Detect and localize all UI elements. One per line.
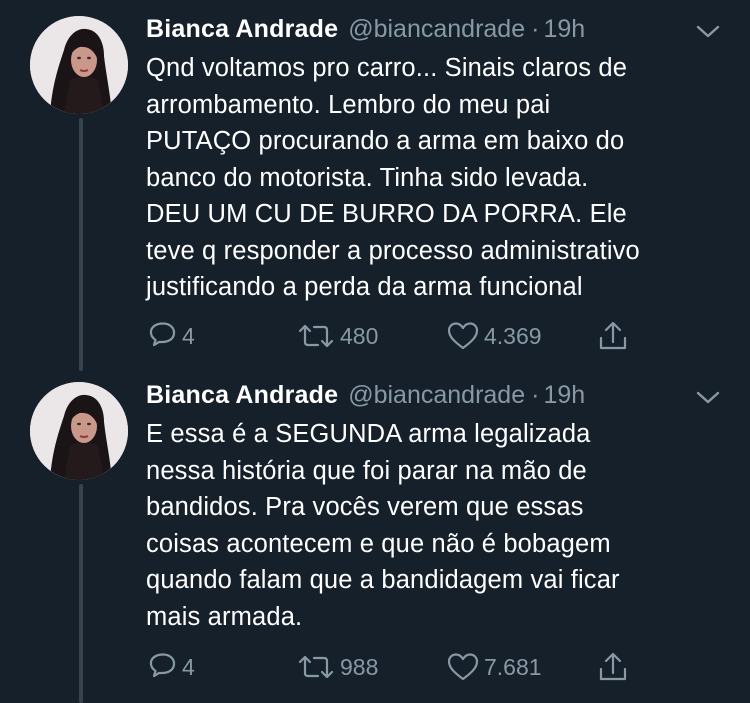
tweet-actions: 4 988 7.681: [146, 649, 646, 685]
share-button[interactable]: [596, 318, 630, 354]
like-button[interactable]: 4.369: [446, 318, 542, 354]
retweet-icon: [298, 655, 334, 679]
share-icon: [599, 652, 627, 681]
like-icon: [447, 322, 479, 350]
reply-count: 4: [182, 322, 195, 349]
like-icon: [447, 653, 479, 681]
tweet-menu-button[interactable]: [694, 22, 722, 42]
chevron-down-icon: [696, 391, 720, 404]
timestamp[interactable]: 19h: [543, 378, 585, 412]
profile-photo-icon: [30, 16, 128, 114]
separator-dot: ·: [531, 381, 540, 409]
retweet-button[interactable]: 480: [296, 318, 378, 354]
reply-count: 4: [182, 653, 195, 680]
tweet[interactable]: Bianca Andrade @biancandrade · 19h Qnd v…: [0, 0, 750, 370]
author-name[interactable]: Bianca Andrade: [146, 378, 338, 412]
like-count: 4.369: [484, 322, 542, 349]
tweet-actions: 4 480 4.369: [146, 318, 646, 354]
like-button[interactable]: 7.681: [446, 649, 542, 685]
reply-icon: [149, 322, 176, 347]
profile-photo-icon: [30, 382, 128, 480]
avatar[interactable]: [30, 382, 128, 480]
share-button[interactable]: [596, 649, 630, 685]
reply-icon: [149, 653, 176, 678]
chevron-down-icon: [696, 25, 720, 38]
timestamp[interactable]: 19h: [543, 12, 585, 46]
separator-dot: ·: [531, 15, 540, 43]
author-handle[interactable]: @biancandrade: [348, 12, 525, 46]
retweet-button[interactable]: 988: [296, 649, 378, 685]
tweet[interactable]: Bianca Andrade @biancandrade · 19h E ess…: [0, 366, 750, 703]
tweet-header: Bianca Andrade @biancandrade · 19h: [146, 378, 585, 412]
reply-button[interactable]: 4: [146, 649, 195, 685]
retweet-count: 480: [340, 322, 379, 349]
author-handle[interactable]: @biancandrade: [348, 378, 525, 412]
tweet-header: Bianca Andrade @biancandrade · 19h: [146, 12, 585, 46]
retweet-icon: [298, 324, 334, 348]
tweet-text: Qnd voltamos pro carro... Sinais claros …: [146, 54, 640, 301]
reply-button[interactable]: 4: [146, 318, 195, 354]
retweet-count: 988: [340, 653, 379, 680]
author-name[interactable]: Bianca Andrade: [146, 12, 338, 46]
share-icon: [599, 321, 627, 350]
tweet-text: E essa é a SEGUNDA arma legalizada nessa…: [146, 420, 620, 631]
avatar[interactable]: [30, 16, 128, 114]
like-count: 7.681: [484, 653, 542, 680]
tweet-menu-button[interactable]: [694, 388, 722, 408]
